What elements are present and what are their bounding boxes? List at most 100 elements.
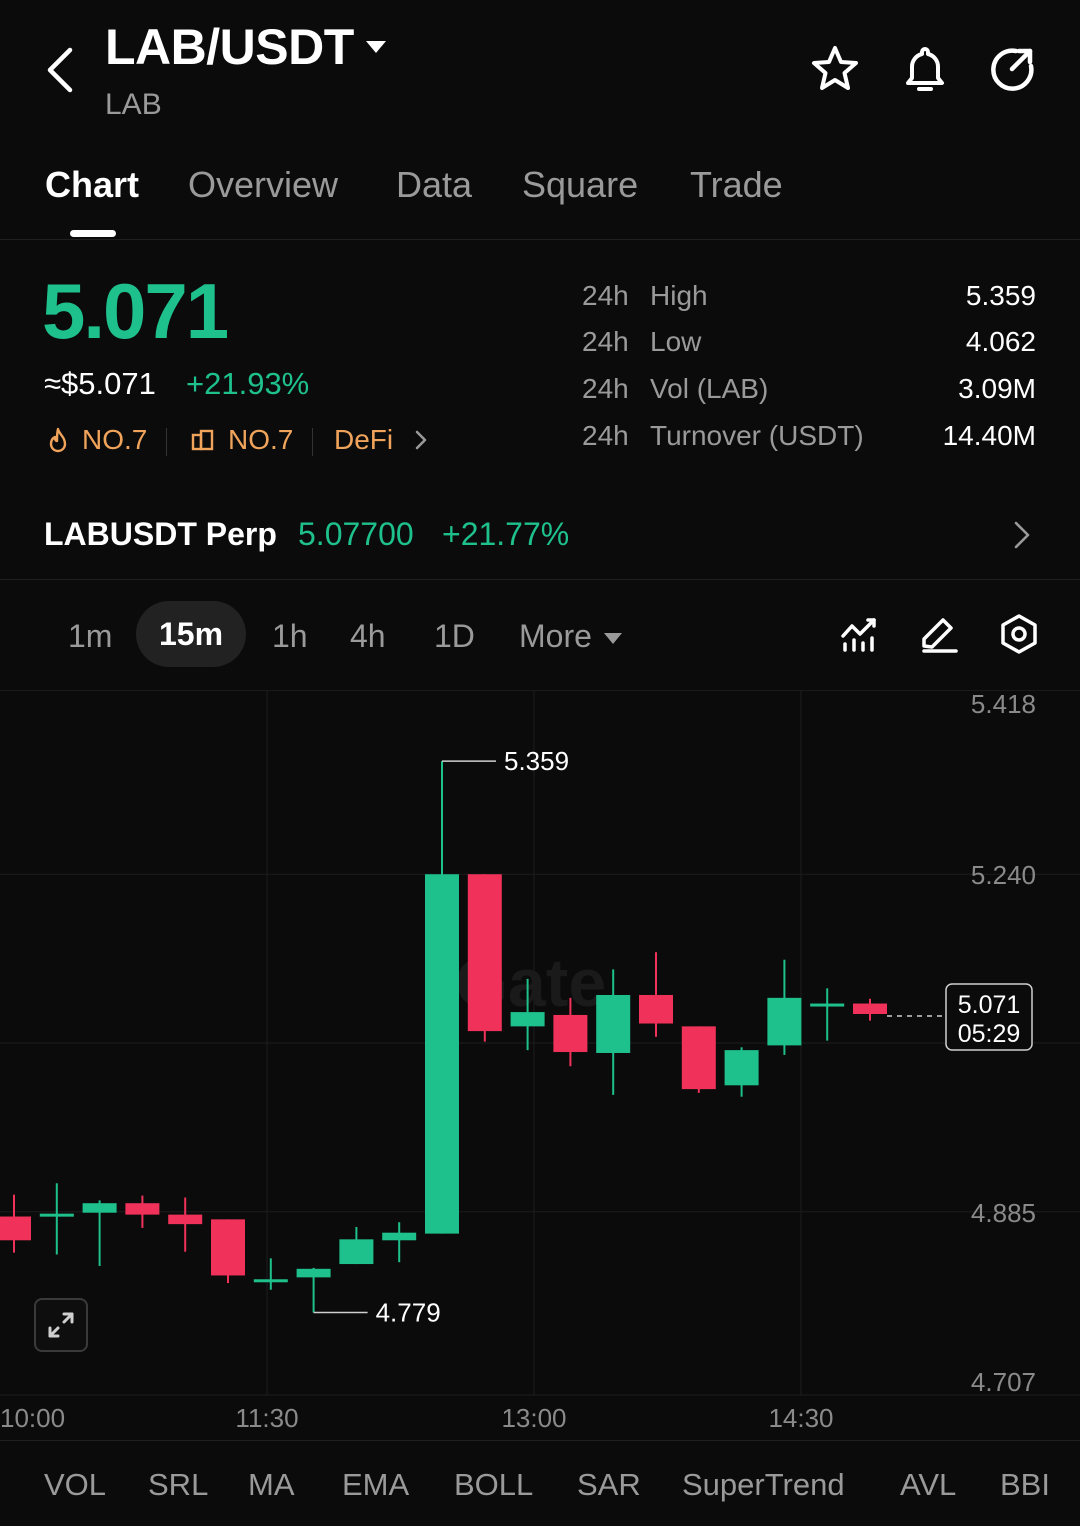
x-axis-tick-label: 14:30: [768, 1403, 833, 1433]
candle-body-down: [553, 1014, 588, 1053]
low-price-label: 4.779: [376, 1298, 441, 1328]
timeframe-more-label: More: [519, 618, 592, 654]
x-axis-tick-label: 10:00: [0, 1403, 65, 1433]
candle-body-up: [510, 1012, 545, 1027]
timeframe-4h[interactable]: 4h: [350, 618, 386, 655]
candle-body-up: [425, 874, 459, 1234]
indicator-bar: VOL SRL MA EMA BOLL SAR SuperTrend AVL B…: [0, 1440, 1080, 1526]
stat-high: 24h High 5.359: [582, 280, 1036, 312]
pair-selector[interactable]: LAB/USDT: [105, 18, 386, 76]
stat-label: Turnover (USDT): [650, 420, 864, 451]
candle-body-down: [125, 1203, 160, 1215]
perp-change: +21.77%: [442, 516, 570, 552]
last-price: 5.071: [42, 267, 229, 355]
category-label: DeFi: [334, 424, 394, 455]
candle-body-down: [168, 1214, 203, 1225]
perp-price: 5.07700: [298, 516, 414, 552]
stat-label: Vol (LAB): [650, 373, 769, 404]
timeframe-more[interactable]: More: [519, 618, 622, 655]
timeframe-1d[interactable]: 1D: [434, 618, 475, 655]
price-change: +21.93%: [186, 366, 310, 401]
chevron-down-icon: [603, 633, 622, 645]
stat-period: 24h: [582, 420, 629, 451]
stat-period: 24h: [582, 326, 629, 357]
tab-active-indicator: [70, 230, 116, 237]
timeframe-15m[interactable]: 15m: [136, 601, 246, 667]
indicator-bbi[interactable]: BBI: [1000, 1467, 1050, 1503]
draw-pencil-icon[interactable]: [916, 612, 960, 656]
indicator-ema[interactable]: EMA: [342, 1467, 409, 1503]
candle-body-up: [82, 1203, 117, 1213]
candle-body-up: [296, 1268, 331, 1278]
pair-subtitle: LAB: [105, 88, 162, 121]
category-tag[interactable]: DeFi: [334, 424, 431, 456]
stat-value: 5.359: [965, 280, 1036, 311]
chevron-right-icon: [1014, 521, 1030, 549]
y-axis-tick-label: 5.418: [971, 691, 1036, 719]
y-axis-tick-label: 5.240: [971, 860, 1036, 890]
candle-countdown-label: 05:29: [958, 1020, 1021, 1048]
candle-body-down: [681, 1026, 716, 1090]
chart-canvas: Gate 5.3594.7795.07105:29 5.4185.2404.88…: [0, 689, 1080, 1433]
back-button[interactable]: [40, 42, 84, 98]
expand-icon: [48, 1312, 74, 1338]
candle-body-up: [253, 1279, 288, 1283]
usd-price: ≈$5.071: [44, 366, 156, 401]
indicator-ma[interactable]: MA: [248, 1467, 295, 1503]
high-price-label: 5.359: [504, 746, 569, 776]
y-axis-tick-label: 4.885: [971, 1198, 1036, 1228]
indicator-avl[interactable]: AVL: [900, 1467, 956, 1503]
star-icon[interactable]: [810, 44, 860, 94]
chart-box-icon: [191, 429, 214, 451]
stat-label: High: [650, 280, 708, 311]
candle-body-up: [339, 1239, 374, 1265]
indicator-sar[interactable]: SAR: [577, 1467, 641, 1503]
stat-value: 3.09M: [958, 373, 1036, 404]
candle-body-up: [39, 1213, 74, 1217]
tab-bar: Chart Overview Data Square Trade: [0, 148, 1080, 240]
candle-body-down: [639, 994, 673, 1024]
stat-period: 24h: [582, 280, 629, 311]
indicator-boll[interactable]: BOLL: [454, 1467, 533, 1503]
stat-value: 4.062: [965, 326, 1036, 357]
perp-link-row[interactable]: LABUSDT Perp 5.07700 +21.77%: [0, 488, 1080, 580]
candle-body-up: [724, 1050, 759, 1086]
indicators-icon[interactable]: [838, 612, 882, 656]
tab-chart[interactable]: Chart: [45, 164, 139, 206]
candle-body-up: [810, 1003, 845, 1007]
candle-body-down: [853, 1003, 887, 1015]
tab-square[interactable]: Square: [522, 164, 638, 206]
sector-rank-label: NO.7: [228, 424, 294, 455]
indicator-srl[interactable]: SRL: [148, 1467, 208, 1503]
pair-title: LAB/USDT: [105, 19, 354, 75]
candlestick-chart[interactable]: Gate 5.359 4.779 5.071 05:29 5.418 5.240 4.88…: [0, 689, 1080, 1440]
timeframe-1m[interactable]: 1m: [68, 618, 112, 655]
stat-value: 14.40M: [942, 420, 1036, 451]
hot-rank-tag[interactable]: NO.7: [46, 424, 147, 456]
candle-body-up: [767, 997, 802, 1046]
tab-trade[interactable]: Trade: [690, 164, 783, 206]
candle-body-down: [211, 1219, 245, 1276]
bell-icon[interactable]: [900, 44, 950, 94]
tab-overview[interactable]: Overview: [188, 164, 338, 206]
x-axis-tick-label: 13:00: [501, 1403, 566, 1433]
flame-icon: [49, 427, 67, 453]
stat-label: Low: [650, 326, 702, 357]
candle-body-down: [0, 1216, 31, 1241]
indicator-vol[interactable]: VOL: [44, 1467, 106, 1503]
sector-rank-tag[interactable]: NO.7: [190, 424, 293, 456]
share-icon[interactable]: [988, 44, 1038, 94]
current-price-label: 5.071: [958, 991, 1021, 1019]
chevron-right-icon: [415, 430, 427, 450]
stat-volume: 24h Vol (LAB) 3.09M: [582, 373, 1036, 405]
candle-body-up: [596, 994, 631, 1053]
indicator-supertrend[interactable]: SuperTrend: [682, 1467, 845, 1503]
perp-name: LABUSDT Perp: [44, 516, 277, 552]
timeframe-1h[interactable]: 1h: [272, 618, 308, 655]
candle-body-down: [467, 874, 502, 1032]
fullscreen-button[interactable]: [34, 1298, 88, 1352]
tab-data[interactable]: Data: [396, 164, 472, 206]
divider: [312, 428, 313, 456]
settings-icon[interactable]: [997, 612, 1041, 656]
back-arrow-icon: [47, 47, 73, 93]
